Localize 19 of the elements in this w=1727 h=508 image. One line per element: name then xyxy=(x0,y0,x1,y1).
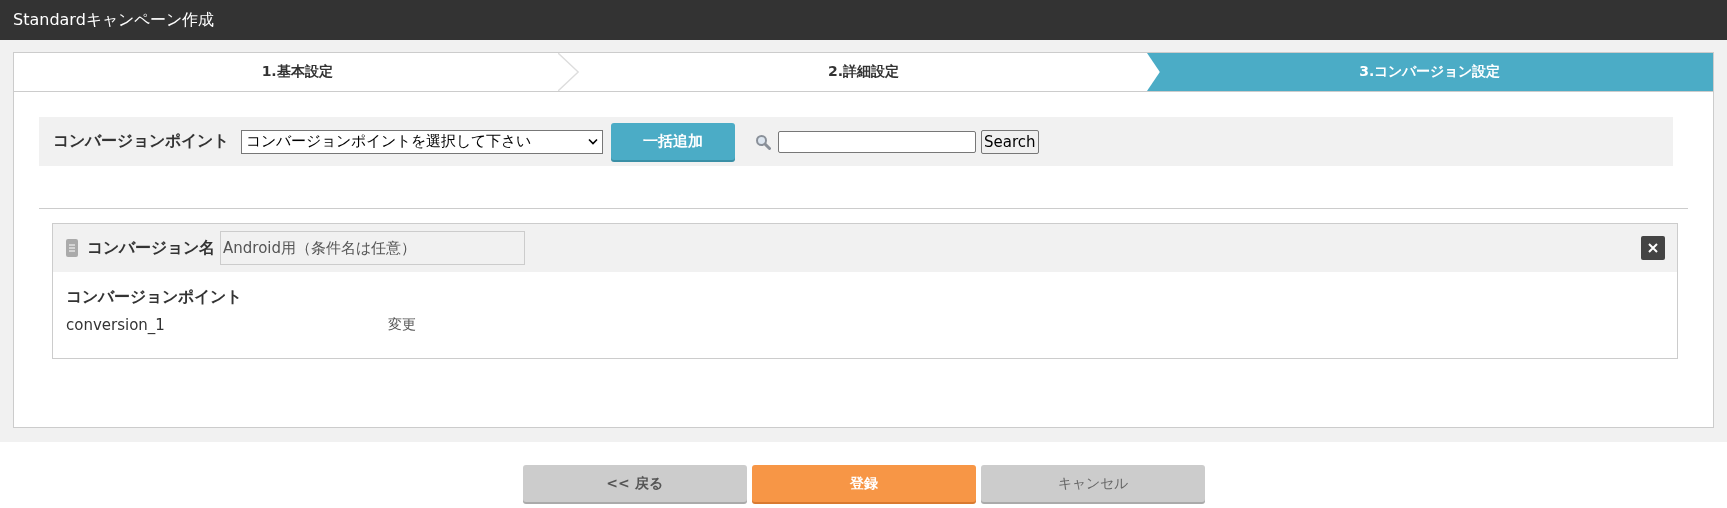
conversion-name-field[interactable]: Android用（条件名は任意） xyxy=(220,231,525,265)
search-icon xyxy=(755,133,771,150)
field-label: コンバージョン名 xyxy=(87,237,215,259)
close-icon[interactable] xyxy=(1641,236,1665,260)
wizard-step[interactable]: 1.基本設定 xyxy=(14,53,581,91)
section-title: コンバージョンポイント xyxy=(66,287,243,308)
conversion-point-select[interactable]: コンバージョンポイントを選択して下さい xyxy=(241,129,603,154)
footer-button[interactable]: キャンセル xyxy=(980,465,1205,502)
change-link[interactable]: 変更 xyxy=(388,316,416,334)
search-button[interactable]: Search xyxy=(981,129,1039,154)
wizard-step[interactable]: 2.詳細設定 xyxy=(580,53,1147,91)
search-field[interactable] xyxy=(778,130,976,153)
conversion-point-name: conversion_1 xyxy=(66,316,166,334)
document-icon xyxy=(66,239,78,257)
caret-icon xyxy=(588,138,598,145)
field-label: コンバージョンポイント xyxy=(53,131,229,152)
chevron-icon xyxy=(558,53,581,91)
window-title: Standardキャンペーン作成 xyxy=(13,9,214,31)
footer-button[interactable]: << 戻る xyxy=(522,465,747,502)
